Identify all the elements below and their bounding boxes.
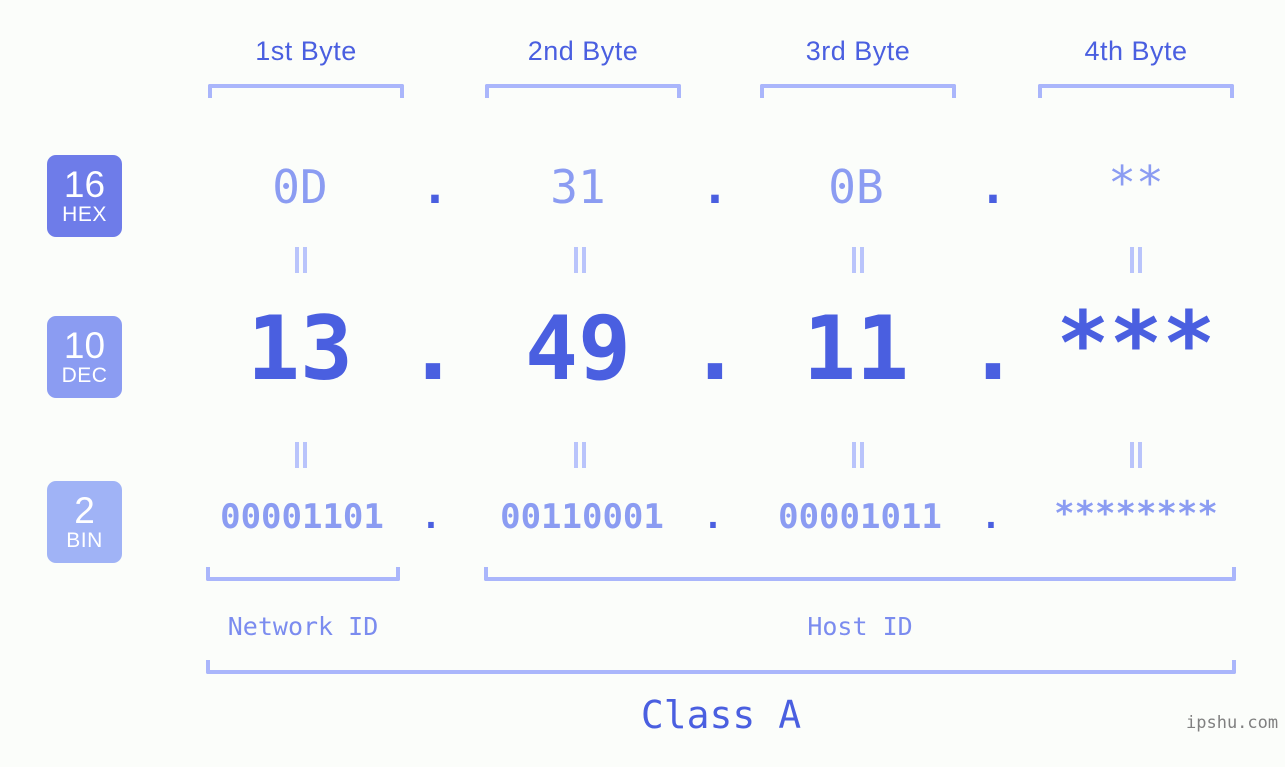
dec-byte-2: 49 xyxy=(525,297,631,400)
byte-header-4: 4th Byte xyxy=(1084,36,1188,66)
hex-byte-4: ** xyxy=(1108,156,1164,210)
ip-address-breakdown-diagram: 1st Byte 2nd Byte 3rd Byte 4th Byte 16 H… xyxy=(0,0,1285,767)
equals-connector-dec-bin-4 xyxy=(1129,442,1143,468)
network-id-label: Network ID xyxy=(227,612,379,641)
base-badge-bin-abbr: BIN xyxy=(66,528,103,552)
hex-separator-3: . xyxy=(979,160,1007,214)
byte-header-1: 1st Byte xyxy=(255,36,357,66)
byte-header-3: 3rd Byte xyxy=(805,36,911,66)
bin-byte-1: 00001101 xyxy=(220,497,384,537)
hex-separator-2: . xyxy=(701,160,729,214)
dec-byte-3: 11 xyxy=(803,297,909,400)
equals-connector-hex-dec-1 xyxy=(294,247,308,273)
equals-connector-hex-dec-4 xyxy=(1129,247,1143,273)
byte-bracket-2 xyxy=(485,84,681,98)
equals-connector-dec-bin-3 xyxy=(851,442,865,468)
base-badge-dec-number: 10 xyxy=(63,324,106,366)
byte-bracket-4 xyxy=(1038,84,1234,98)
hex-byte-3: 0B xyxy=(828,160,884,214)
equals-connector-dec-bin-2 xyxy=(573,442,587,468)
dec-separator-3: . xyxy=(966,297,1020,400)
base-badge-bin-number: 2 xyxy=(74,489,95,531)
equals-connector-dec-bin-1 xyxy=(294,442,308,468)
class-label: Class A xyxy=(640,693,802,737)
base-badge-bin: 2 BIN xyxy=(47,481,122,563)
host-id-bracket xyxy=(484,567,1236,581)
hex-byte-2: 31 xyxy=(550,160,606,214)
dec-byte-1: 13 xyxy=(247,297,353,400)
base-badge-hex-number: 16 xyxy=(63,163,106,205)
byte-bracket-3 xyxy=(760,84,956,98)
network-id-bracket xyxy=(206,567,400,581)
bin-byte-3: 00001011 xyxy=(778,497,942,537)
base-badge-dec-abbr: DEC xyxy=(61,363,108,387)
bin-byte-4: ******** xyxy=(1054,494,1218,534)
dec-separator-2: . xyxy=(688,297,742,400)
dec-byte-4: *** xyxy=(1056,292,1216,395)
byte-header-2: 2nd Byte xyxy=(527,36,639,66)
watermark: ipshu.com xyxy=(1186,713,1279,733)
bin-separator-1: . xyxy=(420,497,442,537)
host-id-label: Host ID xyxy=(807,612,913,641)
hex-byte-1: 0D xyxy=(272,160,328,214)
base-badge-hex-abbr: HEX xyxy=(62,202,107,226)
base-badge-hex: 16 HEX xyxy=(47,155,122,237)
bin-separator-2: . xyxy=(702,497,724,537)
byte-bracket-1 xyxy=(208,84,404,98)
hex-separator-1: . xyxy=(421,160,449,214)
equals-connector-hex-dec-3 xyxy=(851,247,865,273)
base-badge-dec: 10 DEC xyxy=(47,316,122,398)
equals-connector-hex-dec-2 xyxy=(573,247,587,273)
bin-byte-2: 00110001 xyxy=(500,497,664,537)
dec-separator-1: . xyxy=(406,297,460,400)
class-bracket xyxy=(206,660,1236,674)
bin-separator-3: . xyxy=(980,497,1002,537)
